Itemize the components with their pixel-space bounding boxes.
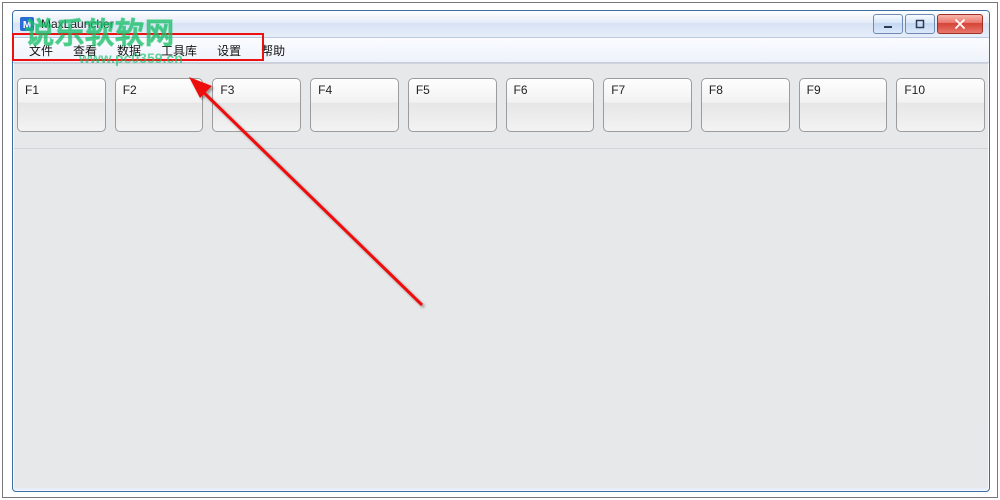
menu-view[interactable]: 查看 xyxy=(63,39,107,62)
fkey-f7[interactable]: F7 xyxy=(603,78,692,132)
fkey-row: F1 F2 F3 F4 F5 F6 F7 F8 F9 F10 xyxy=(14,64,988,149)
empty-body-area xyxy=(14,142,988,488)
fkey-f10[interactable]: F10 xyxy=(896,78,985,132)
app-window: M MaxLauncher 文件 查看 数据 工具库 设置 xyxy=(12,10,990,492)
fkey-f9[interactable]: F9 xyxy=(799,78,888,132)
window-title: MaxLauncher xyxy=(41,17,114,31)
window-controls xyxy=(873,14,985,34)
menu-settings[interactable]: 设置 xyxy=(207,39,251,62)
fkey-f5[interactable]: F5 xyxy=(408,78,497,132)
fkey-f8[interactable]: F8 xyxy=(701,78,790,132)
fkey-f2[interactable]: F2 xyxy=(115,78,204,132)
menu-help[interactable]: 帮助 xyxy=(251,39,295,62)
fkey-f1[interactable]: F1 xyxy=(17,78,106,132)
fkey-f4[interactable]: F4 xyxy=(310,78,399,132)
client-area: F1 F2 F3 F4 F5 F6 F7 F8 F9 F10 xyxy=(14,63,988,488)
minimize-button[interactable] xyxy=(873,14,903,34)
app-icon: M xyxy=(19,16,35,32)
titlebar[interactable]: M MaxLauncher xyxy=(13,11,989,38)
menu-data[interactable]: 数据 xyxy=(107,39,151,62)
screenshot-stage: M MaxLauncher 文件 查看 数据 工具库 设置 xyxy=(0,0,1000,500)
close-button[interactable] xyxy=(937,14,983,34)
menu-bar: 文件 查看 数据 工具库 设置 帮助 xyxy=(13,38,989,63)
maximize-button[interactable] xyxy=(905,14,935,34)
menu-toolbox[interactable]: 工具库 xyxy=(151,39,207,62)
fkey-f3[interactable]: F3 xyxy=(212,78,301,132)
svg-text:M: M xyxy=(23,20,31,31)
menu-file[interactable]: 文件 xyxy=(19,39,63,62)
fkey-f6[interactable]: F6 xyxy=(506,78,595,132)
